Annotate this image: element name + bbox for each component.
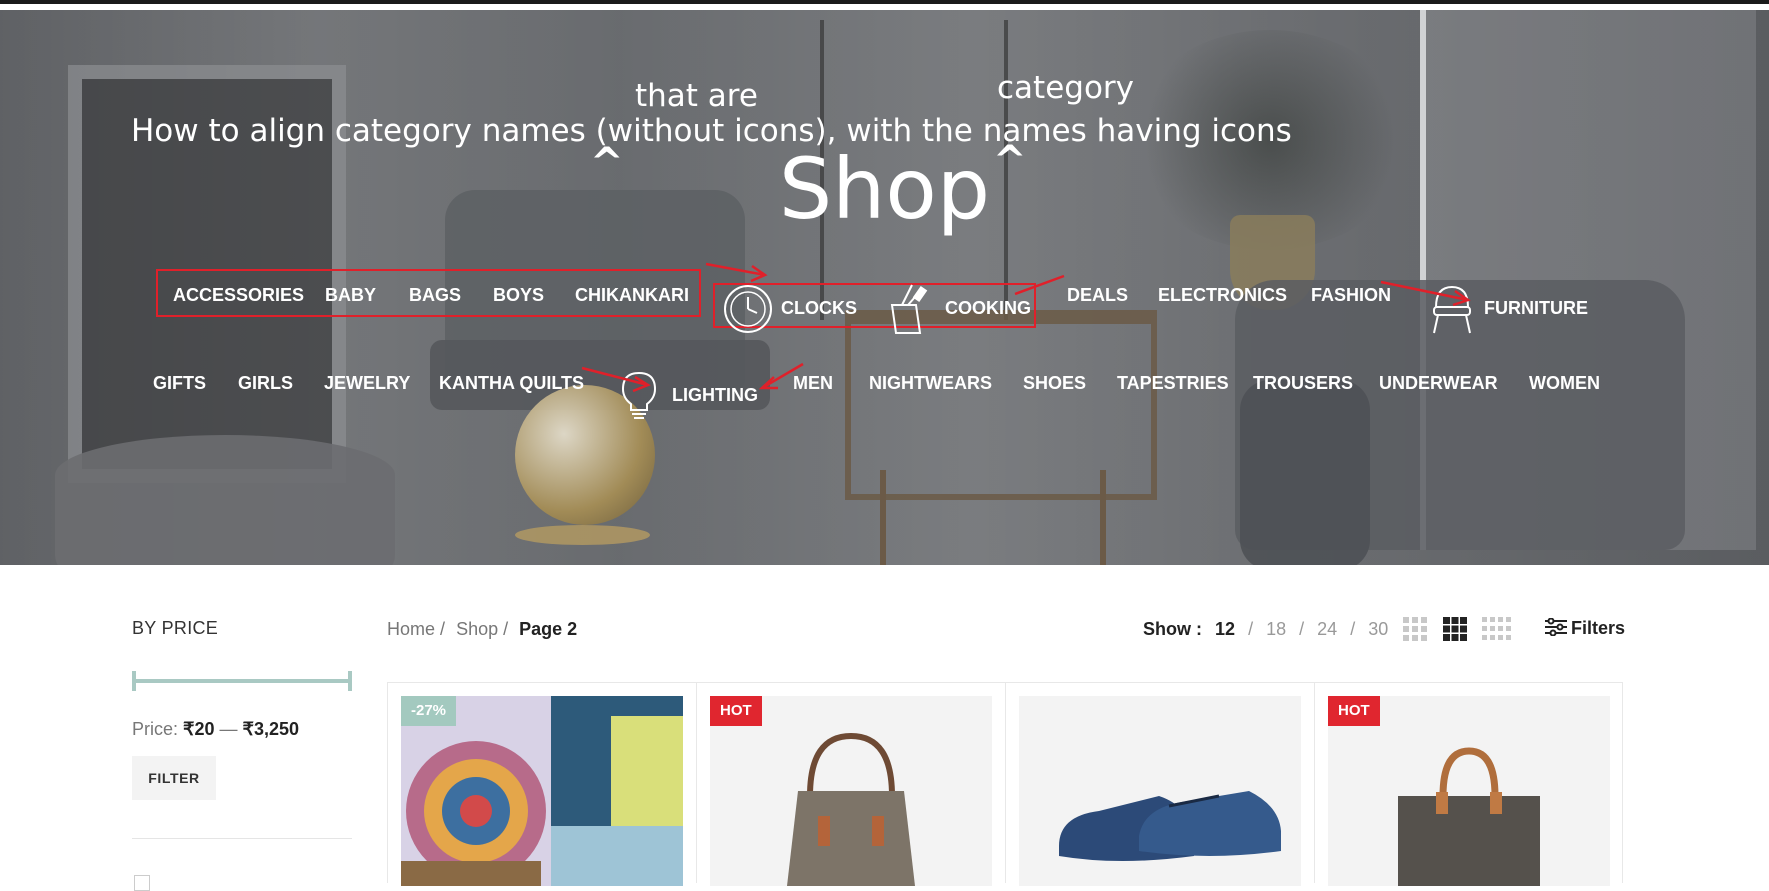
sliders-icon bbox=[1545, 617, 1567, 637]
per-page-option-12[interactable]: 12 bbox=[1215, 619, 1235, 639]
sidebar-checkbox[interactable] bbox=[134, 875, 150, 891]
filter-button[interactable]: FILTER bbox=[132, 756, 216, 800]
hot-badge: HOT bbox=[1328, 696, 1380, 726]
annotation-arrow bbox=[1380, 280, 1469, 302]
per-page-option-24[interactable]: 24 bbox=[1317, 619, 1337, 639]
per-page-selector: Show : 12 / 18 / 24 / 30 bbox=[1143, 619, 1389, 639]
annotation-arrow bbox=[761, 362, 804, 390]
product-card[interactable] bbox=[1005, 683, 1313, 886]
price-slider[interactable] bbox=[132, 671, 352, 691]
filters-label: Filters bbox=[1571, 618, 1626, 638]
hot-badge: HOT bbox=[710, 696, 762, 726]
filters-toggle[interactable]: Filters bbox=[1545, 617, 1626, 639]
grid-3-view-icon[interactable] bbox=[1443, 617, 1467, 646]
grid-2-view-icon[interactable] bbox=[1403, 617, 1427, 646]
price-slider-min-handle[interactable] bbox=[132, 671, 136, 691]
product-image-blue-shoes[interactable] bbox=[1019, 696, 1301, 886]
price-max: ₹3,250 bbox=[242, 719, 300, 739]
product-card[interactable]: HOT bbox=[1314, 683, 1623, 886]
sidebar-divider bbox=[132, 838, 352, 839]
price-slider-max-handle[interactable] bbox=[348, 671, 352, 691]
price-prefix: Price: bbox=[132, 719, 179, 739]
annotation-arrow bbox=[581, 366, 649, 387]
per-page-label: Show : bbox=[1143, 619, 1202, 639]
breadcrumb: Home / Shop / Page 2 bbox=[387, 619, 583, 640]
price-range-label: Price: ₹20 — ₹3,250 bbox=[132, 719, 299, 740]
grid-4-view-icon[interactable] bbox=[1482, 617, 1512, 646]
breadcrumb-current: Page 2 bbox=[519, 619, 578, 639]
product-card[interactable]: HOT bbox=[696, 683, 1004, 886]
per-page-option-18[interactable]: 18 bbox=[1266, 619, 1286, 639]
per-page-option-30[interactable]: 30 bbox=[1368, 619, 1388, 639]
breadcrumb-separator: / bbox=[440, 619, 446, 639]
product-card[interactable]: -27% bbox=[387, 683, 695, 886]
breadcrumb-separator: / bbox=[503, 619, 509, 639]
product-grid: -27% HOT HOT bbox=[387, 682, 1623, 886]
breadcrumb-home[interactable]: Home bbox=[387, 619, 435, 639]
sidebar-title: BY PRICE bbox=[132, 618, 219, 638]
price-separator: — bbox=[219, 719, 238, 739]
price-min: ₹20 bbox=[183, 719, 215, 739]
annotation-arrow bbox=[1014, 274, 1065, 296]
breadcrumb-shop[interactable]: Shop bbox=[456, 619, 498, 639]
discount-badge: -27% bbox=[401, 696, 457, 726]
